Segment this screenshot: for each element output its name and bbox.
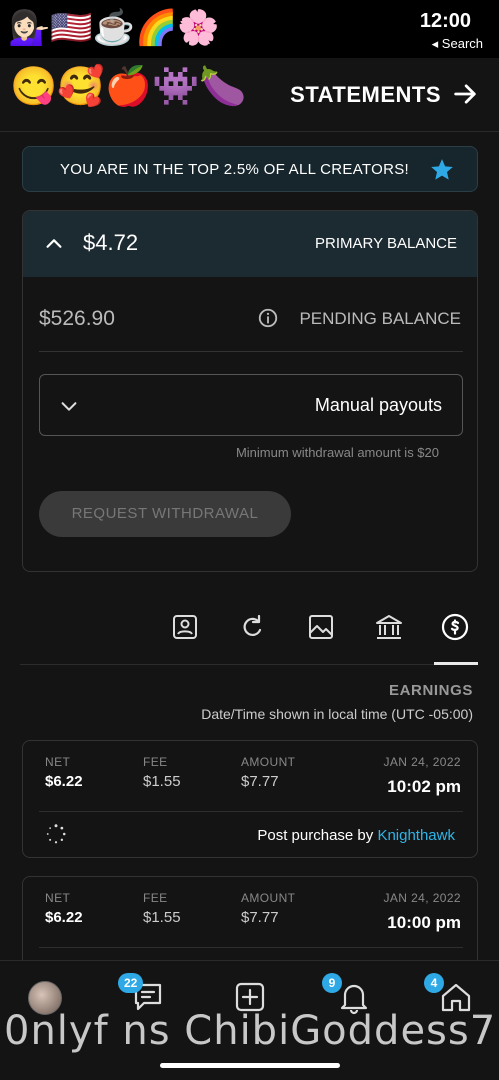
- request-withdrawal-button[interactable]: REQUEST WITHDRAWAL: [39, 491, 291, 537]
- star-icon: [431, 159, 453, 180]
- user-card-icon: [173, 615, 197, 639]
- buyer-username-link[interactable]: Knighthawk: [377, 827, 455, 844]
- payout-mode-select[interactable]: Manual payouts: [39, 374, 463, 436]
- payout-mode-value: Manual payouts: [314, 395, 442, 415]
- primary-balance-row[interactable]: PRIMARY BALANCE $4.72: [23, 211, 477, 277]
- earnings-timezone-note: Date/Time shown in local time (UTC -05:0…: [201, 706, 473, 722]
- status-emojis: 💁🏻‍♀️🇺🇸☕🌈🌸: [8, 9, 220, 47]
- fee-value: $1.55: [143, 773, 181, 790]
- pending-balance-amount: $526.90: [39, 307, 115, 330]
- header-emojis: 😋🥰🍎👾🍆: [10, 66, 247, 108]
- image-icon: [309, 615, 333, 639]
- chevron-down-icon: [61, 402, 77, 411]
- tab-refunds[interactable]: [238, 612, 268, 642]
- pending-balance-label: PENDING BALANCE: [299, 309, 461, 328]
- clock: 12:00: [419, 10, 471, 32]
- min-withdrawal-hint: Minimum withdrawal amount is $20: [235, 445, 439, 460]
- back-to-search-link[interactable]: ◂ Search: [432, 36, 483, 52]
- amount-header: AMOUNT: [241, 755, 296, 769]
- fee-header: FEE: [143, 891, 168, 905]
- amount-header: AMOUNT: [241, 891, 296, 905]
- messages-badge: 22: [118, 973, 144, 993]
- net-header: NET: [45, 891, 71, 905]
- tabs-divider: [20, 664, 478, 665]
- info-icon[interactable]: [257, 307, 279, 329]
- home-badge: 4: [424, 973, 444, 993]
- tab-payouts[interactable]: [374, 612, 404, 642]
- net-value: $6.22: [45, 909, 83, 926]
- net-header: NET: [45, 755, 71, 769]
- primary-balance-label: PRIMARY BALANCE: [315, 235, 457, 252]
- net-value: $6.22: [45, 773, 83, 790]
- fee-value: $1.55: [143, 909, 181, 926]
- amount-value: $7.77: [241, 909, 279, 926]
- divider: [39, 811, 463, 812]
- page-header: 😋🥰🍎👾🍆 STATEMENTS: [0, 58, 499, 132]
- dollar-circle-icon: [441, 613, 469, 641]
- refresh-icon: [243, 614, 262, 637]
- status-bar: 💁🏻‍♀️🇺🇸☕🌈🌸 12:00 ◂ Search: [0, 0, 499, 58]
- divider: [39, 351, 463, 352]
- tab-earnings[interactable]: [440, 612, 470, 642]
- banner-text: YOU ARE IN THE TOP 2.5% OF ALL CREATORS!: [59, 161, 409, 178]
- tab-media[interactable]: [306, 612, 336, 642]
- back-arrow-icon[interactable]: [451, 80, 479, 108]
- top-creators-banner: YOU ARE IN THE TOP 2.5% OF ALL CREATORS!: [22, 146, 478, 192]
- home-indicator: [160, 1063, 340, 1068]
- transaction-card[interactable]: JAN 24, 2022 10:02 pm AMOUNT $7.77 FEE $…: [22, 740, 478, 858]
- primary-balance-amount: $4.72: [83, 230, 139, 255]
- watermark: 0nlyf ns ChibiGoddess7: [4, 1008, 497, 1054]
- divider: [39, 947, 463, 948]
- transaction-time: 10:02 pm: [387, 777, 461, 796]
- chevron-up-icon[interactable]: [43, 233, 65, 255]
- tab-referrals[interactable]: [170, 612, 200, 642]
- transaction-time: 10:00 pm: [387, 913, 461, 932]
- page-title: STATEMENTS: [290, 82, 441, 107]
- earnings-title: EARNINGS: [389, 682, 473, 699]
- bank-icon: [376, 615, 402, 639]
- balance-card: PRIMARY BALANCE $4.72 PENDING BALANCE $5…: [22, 210, 478, 572]
- amount-value: $7.77: [241, 773, 279, 790]
- active-tab-indicator: [434, 662, 478, 665]
- statement-tabs: [0, 600, 499, 666]
- date-header: JAN 24, 2022: [383, 755, 461, 769]
- notifications-badge: 9: [322, 973, 342, 993]
- date-header: JAN 24, 2022: [383, 891, 461, 905]
- fee-header: FEE: [143, 755, 168, 769]
- transaction-description: Post purchase by Knighthawk: [257, 827, 455, 844]
- loading-spinner-icon: [46, 824, 66, 844]
- description-text: Post purchase by: [257, 827, 374, 844]
